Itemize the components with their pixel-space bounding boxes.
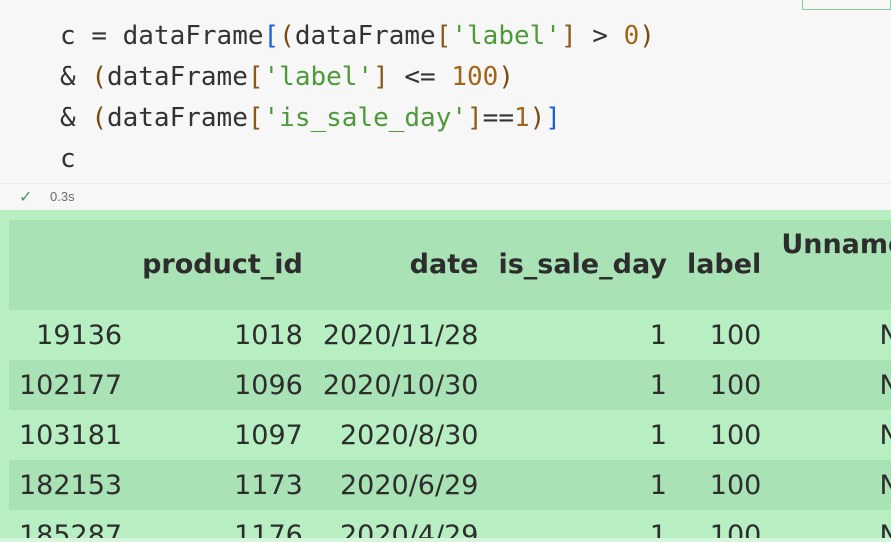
code-token: dataFrame bbox=[106, 62, 248, 92]
code-token: dataFrame bbox=[294, 21, 436, 51]
table-cell: 2020/8/30 bbox=[339, 419, 479, 451]
table-cell: NaN bbox=[879, 369, 891, 401]
code-line: & (dataFrame['is_sale_day']==1)] bbox=[60, 98, 561, 138]
column-header: date bbox=[409, 249, 479, 280]
row-index: 182153 bbox=[19, 469, 123, 501]
code-token: [ bbox=[263, 21, 280, 51]
table-cell: NaN bbox=[879, 319, 891, 351]
code-token: > bbox=[576, 21, 624, 51]
code-token: ] bbox=[373, 62, 389, 92]
table-row: 102177 1096 2020/10/30 1 100 NaN bbox=[9, 360, 891, 410]
table-cell: NaN bbox=[879, 419, 891, 451]
horizontal-scrollbar[interactable] bbox=[0, 538, 891, 542]
code-token: [ bbox=[247, 62, 264, 92]
code-token: 100 bbox=[451, 62, 499, 92]
table-cell: 100 bbox=[709, 319, 762, 351]
code-token: c bbox=[60, 21, 92, 51]
code-token: dataFrame bbox=[122, 21, 264, 51]
table-cell: 1097 bbox=[234, 419, 303, 451]
code-token: [ bbox=[247, 103, 264, 133]
code-token: 0 bbox=[623, 21, 640, 51]
code-token: <= bbox=[388, 62, 452, 92]
table-cell: 1018 bbox=[234, 319, 303, 351]
table-cell: 1 bbox=[649, 319, 667, 351]
code-token: ) bbox=[639, 21, 655, 51]
code-token: ( bbox=[279, 21, 295, 51]
code-token: & bbox=[60, 62, 92, 92]
code-token: = bbox=[91, 21, 123, 51]
table-header: product_id date is_sale_day label Unnamed: 4 bbox=[9, 220, 891, 310]
column-header: label bbox=[686, 249, 762, 280]
table-row: 182153 1173 2020/6/29 1 100 NaN bbox=[9, 460, 891, 510]
code-token: 'is_sale_day' bbox=[263, 103, 468, 133]
notebook-cell: c = dataFrame[(dataFrame['label'] > 0) & … bbox=[0, 0, 891, 542]
code-token: ) bbox=[529, 103, 546, 133]
table-cell: 1 bbox=[649, 419, 667, 451]
execution-time: 0.3s bbox=[50, 189, 75, 204]
check-icon: ✓ bbox=[19, 187, 33, 206]
code-token: [ bbox=[435, 21, 452, 51]
index-header bbox=[9, 220, 132, 310]
table-cell: 2020/10/30 bbox=[322, 369, 479, 401]
code-token: ] bbox=[560, 21, 577, 51]
code-token: ] bbox=[545, 103, 561, 133]
column-header: Unnamed: 4 bbox=[781, 229, 891, 260]
code-token: == bbox=[482, 103, 514, 133]
code-token: ] bbox=[467, 103, 483, 133]
cell-status-bar: ✓ 0.3s bbox=[0, 183, 891, 211]
row-index: 19136 bbox=[36, 319, 123, 351]
cell-output: product_id date is_sale_day label Unnamed: 4… bbox=[0, 210, 891, 542]
code-editor[interactable]: c = dataFrame[(dataFrame['label'] > 0) & … bbox=[0, 0, 891, 183]
code-line: c bbox=[60, 139, 76, 179]
table-row: 19136 1018 2020/11/28 1 100 NaN bbox=[9, 310, 891, 360]
table-cell: NaN bbox=[879, 469, 891, 501]
table-cell: 2020/6/29 bbox=[339, 469, 479, 501]
code-token: 1 bbox=[513, 103, 530, 133]
table-cell: 100 bbox=[709, 369, 762, 401]
code-token: ( bbox=[91, 103, 107, 133]
row-index: 102177 bbox=[19, 369, 123, 401]
dataframe-table: product_id date is_sale_day label Unnamed: 4… bbox=[9, 220, 891, 542]
column-header: product_id bbox=[142, 249, 303, 280]
table-body: 19136 1018 2020/11/28 1 100 NaN 102177 1096 2020… bbox=[9, 310, 891, 542]
table-cell: 2020/11/28 bbox=[322, 319, 479, 351]
code-token: 'label' bbox=[451, 21, 561, 51]
header-row: product_id date is_sale_day label Unnamed: 4 bbox=[9, 220, 891, 310]
column-header: is_sale_day bbox=[498, 249, 667, 280]
code-line: & (dataFrame['label'] <= 100) bbox=[60, 57, 514, 97]
table-cell: 1 bbox=[649, 469, 667, 501]
table-cell: 100 bbox=[709, 469, 762, 501]
code-token: ( bbox=[91, 62, 107, 92]
code-line: c = dataFrame[(dataFrame['label'] > 0) bbox=[60, 16, 655, 56]
table-cell: 1 bbox=[649, 369, 667, 401]
code-token: & bbox=[60, 103, 92, 133]
cell-toolbar-tab[interactable] bbox=[802, 0, 891, 10]
table-cell: 1173 bbox=[234, 469, 303, 501]
table-cell: 100 bbox=[709, 419, 762, 451]
code-token: ) bbox=[498, 62, 514, 92]
code-token: c bbox=[60, 144, 76, 174]
code-token: dataFrame bbox=[106, 103, 248, 133]
code-token: 'label' bbox=[263, 62, 374, 92]
table-cell: 1096 bbox=[234, 369, 303, 401]
table-row: 103181 1097 2020/8/30 1 100 NaN bbox=[9, 410, 891, 460]
row-index: 103181 bbox=[19, 419, 123, 451]
